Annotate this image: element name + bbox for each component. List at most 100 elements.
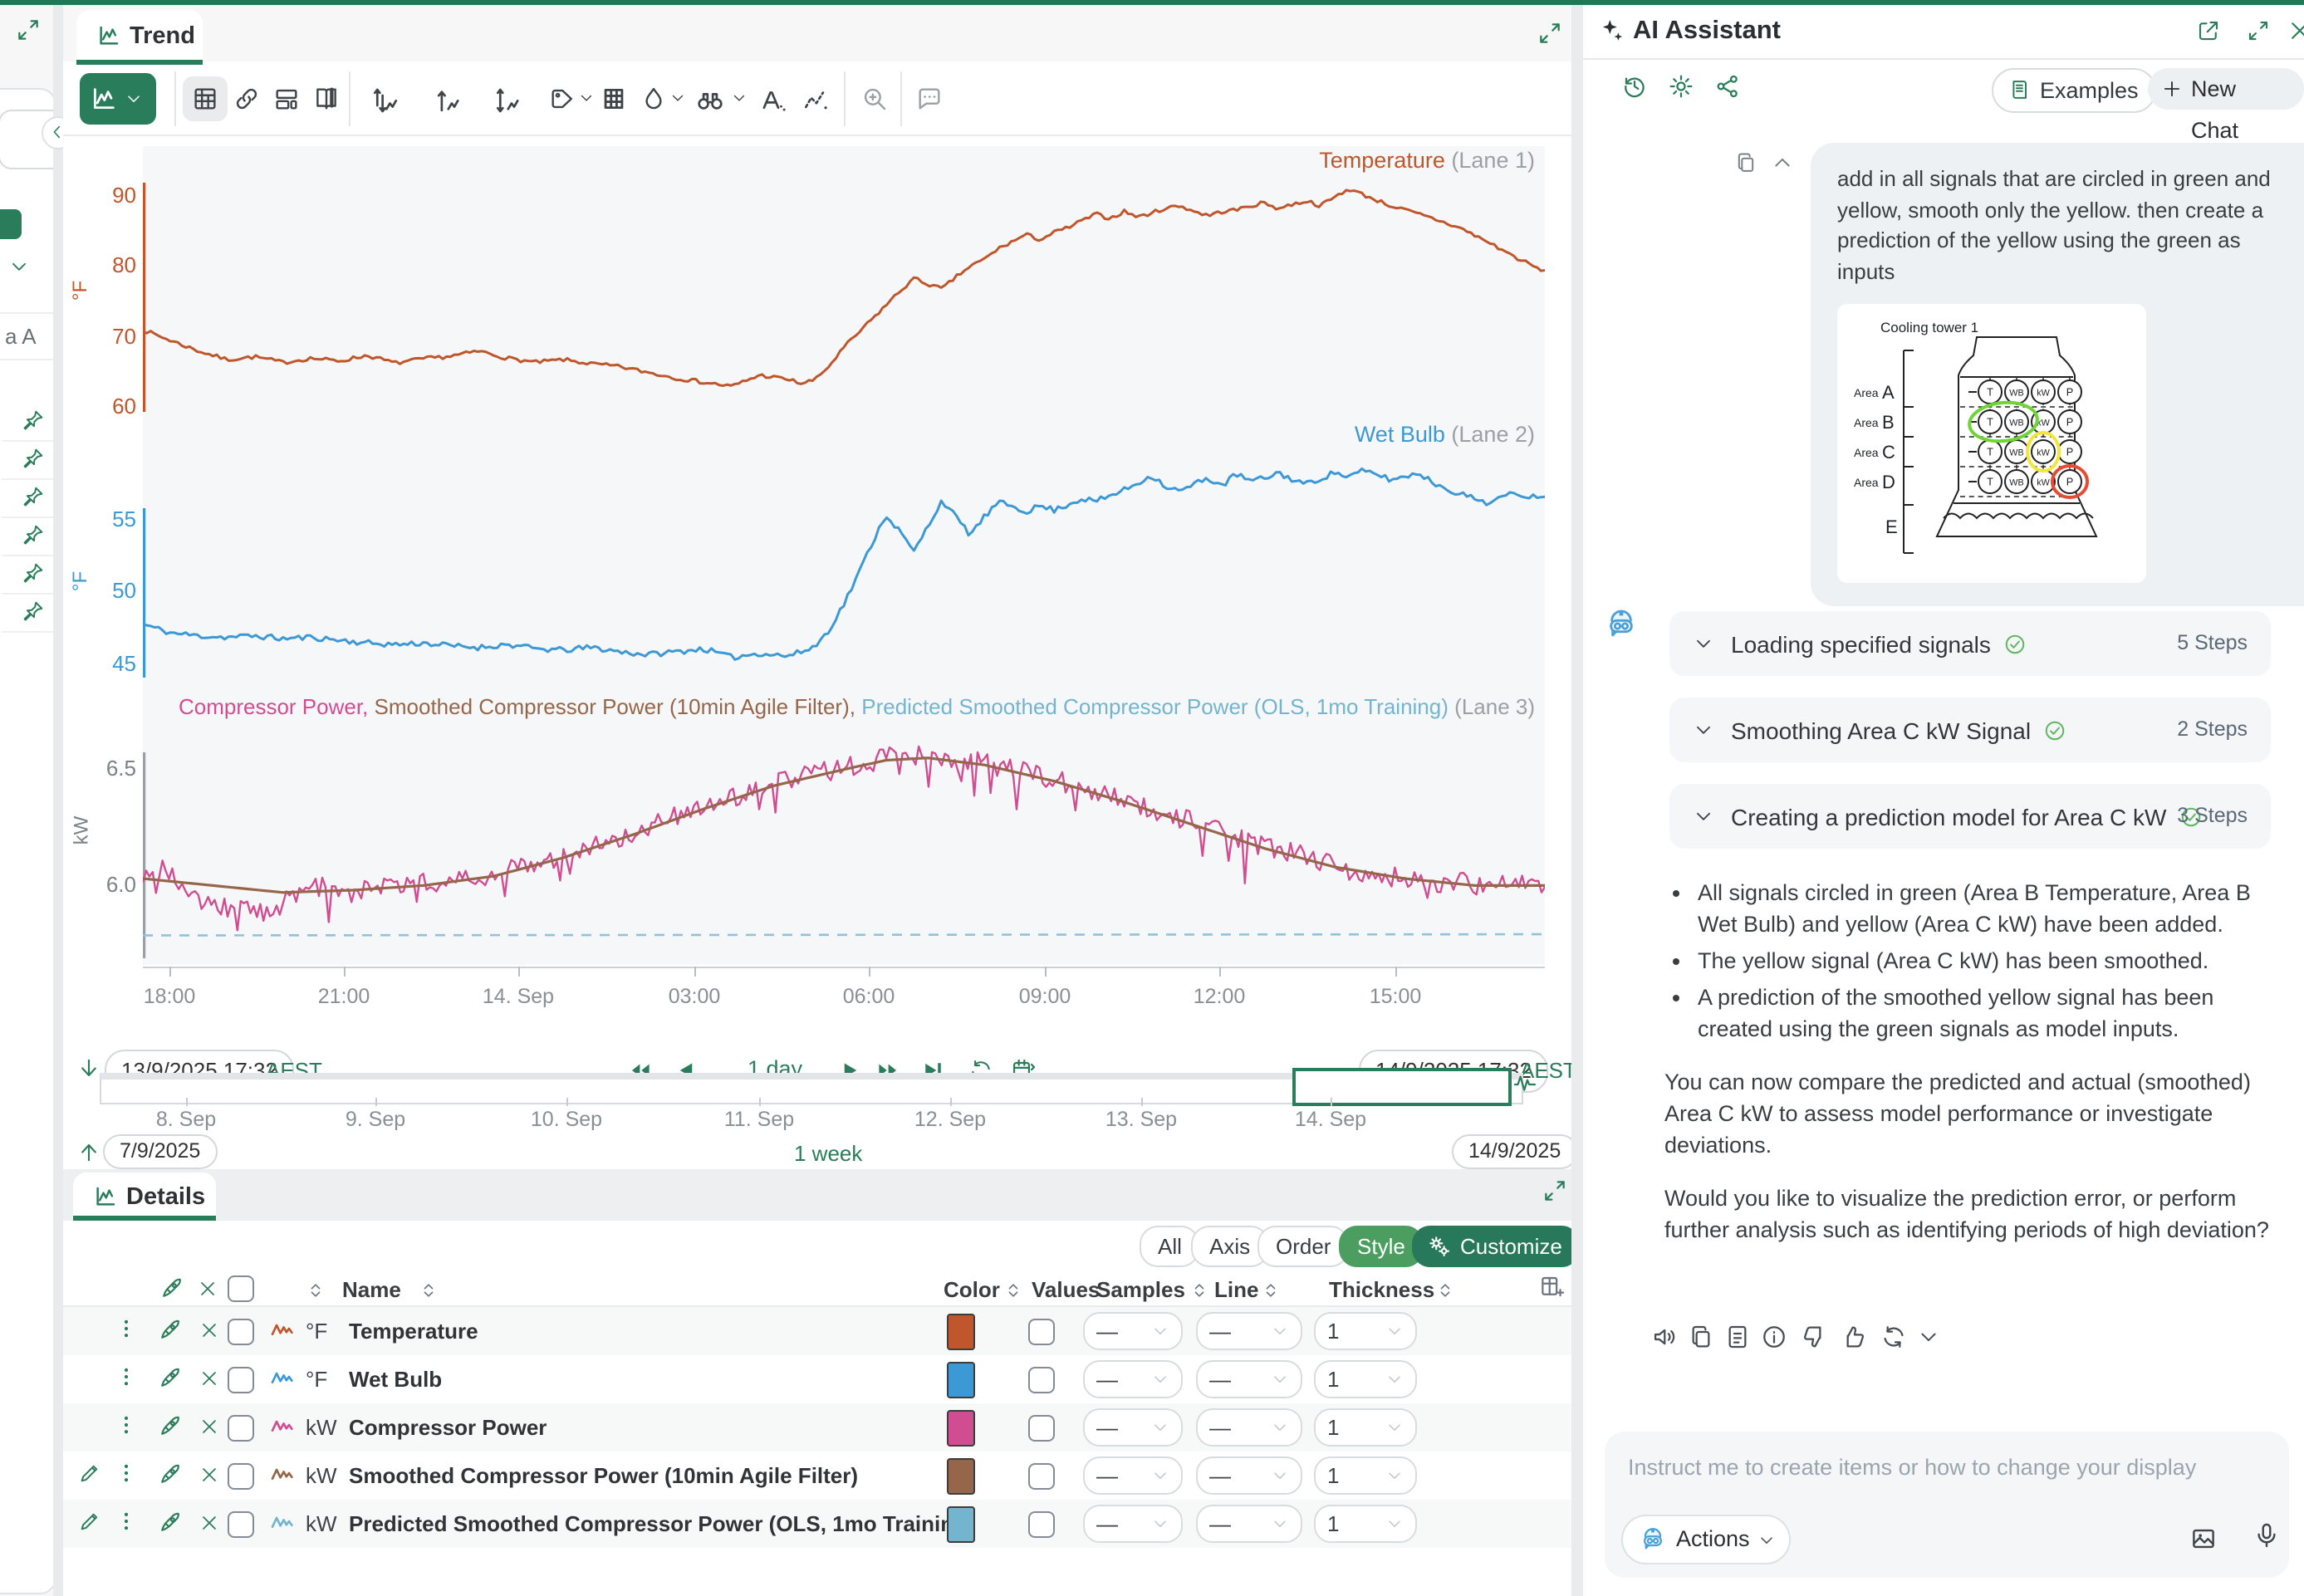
signal-name[interactable]: Predicted Smoothed Compressor Power (OLS… [349,1511,974,1536]
assistant-settings-icon[interactable] [1668,73,1694,100]
remove-all-icon[interactable] [198,1279,218,1299]
column-line-label[interactable]: Line [1214,1277,1258,1302]
line-style-dropdown[interactable]: — [1196,1505,1302,1543]
share-chat-icon[interactable] [1714,73,1741,100]
step-group-1[interactable]: Loading specified signals 5 Steps [1669,611,2271,676]
panel-divider[interactable] [1571,5,1583,1596]
add-column-icon[interactable] [1538,1274,1565,1300]
filter-order-button[interactable]: Order [1257,1226,1349,1267]
open-in-new-icon[interactable] [2196,18,2221,43]
samples-dropdown[interactable]: — [1083,1456,1183,1495]
slider-end-input[interactable]: 14/9/2025 [1452,1134,1577,1169]
panel-divider[interactable] [53,5,63,1596]
explore-signal-icon[interactable] [158,1413,183,1438]
actions-button[interactable]: Actions [1621,1515,1792,1564]
line-style-dropdown[interactable]: — [1196,1408,1302,1447]
step-group-2[interactable]: Smoothing Area C kW Signal 2 Steps [1669,698,2271,762]
move-range-down-icon[interactable] [76,1056,101,1081]
thickness-dropdown[interactable]: 1 [1314,1456,1417,1495]
signal-name[interactable]: Smoothed Compressor Power (10min Agile F… [349,1463,858,1488]
signal-name[interactable]: Wet Bulb [349,1367,442,1392]
examples-button[interactable]: Examples [1992,68,2157,113]
samples-display-icon[interactable] [801,85,832,116]
explore-signal-icon[interactable] [158,1461,183,1486]
explore-signal-icon[interactable] [158,1365,183,1390]
thickness-dropdown[interactable]: 1 [1314,1408,1417,1447]
pin-icon[interactable] [22,600,45,623]
remove-signal-icon[interactable] [199,1417,219,1437]
line-style-dropdown[interactable]: — [1196,1456,1302,1495]
values-checkbox[interactable] [1028,1415,1055,1442]
voice-input-icon[interactable] [2253,1521,2281,1549]
remove-signal-icon[interactable] [199,1320,219,1340]
copy-message-icon[interactable] [1734,151,1757,174]
one-lane-icon[interactable] [432,85,463,116]
edit-formula-icon[interactable] [78,1510,101,1533]
row-checkbox[interactable] [228,1415,254,1442]
row-checkbox[interactable] [228,1463,254,1490]
labels-tool-icon[interactable] [548,85,576,113]
sort-icon[interactable] [1435,1279,1455,1299]
cursor-values-icon[interactable] [757,85,789,116]
lane2-wetbulb-chart[interactable] [143,445,1545,688]
values-checkbox[interactable] [1028,1319,1055,1345]
remove-signal-icon[interactable] [199,1465,219,1485]
samples-dropdown[interactable]: — [1083,1505,1183,1543]
step-group-3[interactable]: Creating a prediction model for Area C k… [1669,784,2271,849]
chat-input[interactable]: Instruct me to create items or how to ch… [1605,1432,2289,1578]
chat-history-icon[interactable] [1621,73,1648,100]
row-menu-icon[interactable] [115,1461,138,1485]
color-chip[interactable] [947,1506,975,1543]
color-chip[interactable] [947,1362,975,1398]
read-aloud-icon[interactable] [1651,1324,1678,1350]
thickness-dropdown[interactable]: 1 [1314,1360,1417,1398]
row-checkbox[interactable] [228,1367,254,1393]
chart-type-button[interactable] [80,73,156,125]
values-checkbox[interactable] [1028,1367,1055,1393]
signal-name[interactable]: Compressor Power [349,1415,547,1440]
samples-dropdown[interactable]: — [1083,1360,1183,1398]
column-color-label[interactable]: Color [944,1277,1000,1302]
explore-signal-icon[interactable] [158,1510,183,1535]
regenerate-icon[interactable] [1880,1324,1907,1350]
filter-style-button[interactable]: Style [1339,1226,1424,1267]
more-actions-icon[interactable] [1917,1325,1940,1349]
gridlines-tool-icon[interactable] [600,85,628,113]
table-tool-icon[interactable] [191,85,219,113]
journal-tool-icon[interactable] [312,85,341,113]
investigate-tool-icon[interactable] [694,85,726,116]
chevron-down-icon[interactable] [8,256,30,277]
slider-start-input[interactable]: 7/9/2025 [103,1134,217,1169]
chevron-down-icon[interactable] [669,90,686,106]
thickness-dropdown[interactable]: 1 [1314,1505,1417,1543]
sort-icon[interactable] [1261,1279,1281,1299]
slider-duration-label[interactable]: 1 week [794,1141,862,1166]
sort-icon[interactable] [306,1279,326,1299]
tab-details[interactable]: Details [73,1173,216,1221]
row-menu-icon[interactable] [115,1413,138,1437]
expand-trend-icon[interactable] [1537,20,1563,47]
column-values-label[interactable]: Values [1032,1277,1100,1302]
line-style-dropdown[interactable]: — [1196,1360,1302,1398]
layout-tool-icon[interactable] [272,85,301,113]
chevron-down-icon[interactable] [731,90,748,106]
row-checkbox[interactable] [228,1319,254,1345]
row-menu-icon[interactable] [115,1317,138,1340]
new-chat-button[interactable]: New Chat [2148,68,2304,110]
edit-formula-icon[interactable] [78,1461,101,1485]
samples-dropdown[interactable]: — [1083,1312,1183,1350]
sort-icon[interactable] [1003,1279,1023,1299]
customize-button[interactable]: Customize [1412,1226,1581,1267]
column-thickness-label[interactable]: Thickness [1329,1277,1434,1302]
column-name-label[interactable]: Name [342,1277,401,1302]
explore-all-icon[interactable] [159,1275,184,1300]
sort-icon[interactable] [1189,1279,1209,1299]
move-range-up-icon[interactable] [76,1139,101,1164]
pin-icon[interactable] [22,447,45,470]
samples-dropdown[interactable]: — [1083,1408,1183,1447]
signal-name[interactable]: Temperature [349,1319,478,1344]
font-size-label[interactable]: a A [5,324,37,349]
thickness-dropdown[interactable]: 1 [1314,1312,1417,1350]
explore-signal-icon[interactable] [158,1317,183,1342]
row-menu-icon[interactable] [115,1365,138,1388]
